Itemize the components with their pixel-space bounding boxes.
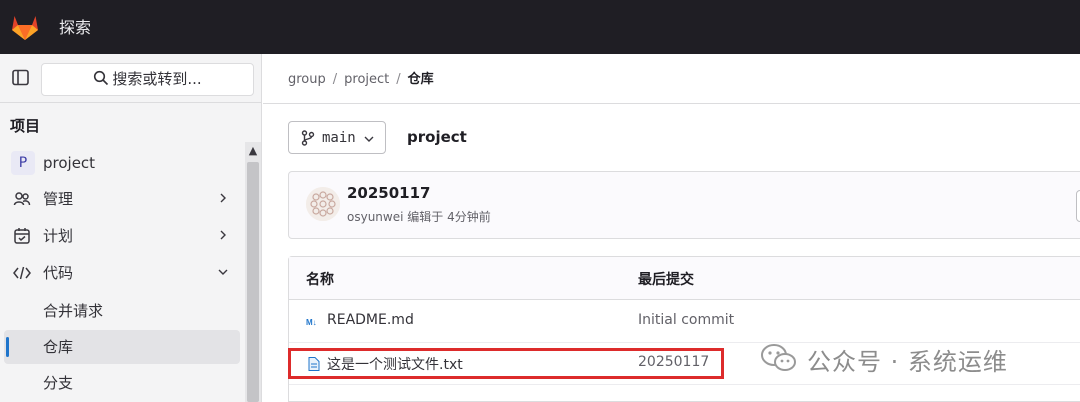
- table-row[interactable]: M↓ README.md Initial commit: [289, 301, 1080, 343]
- file-last-commit-link[interactable]: Initial commit: [638, 312, 734, 328]
- sidebar-item-label: project: [43, 154, 96, 172]
- breadcrumb-current[interactable]: 仓库: [408, 71, 434, 89]
- breadcrumb-separator: /: [332, 72, 338, 87]
- sidebar-toggle-icon[interactable]: [11, 69, 31, 87]
- commit-meta: osyunwei 编辑于 4分钟前: [347, 210, 491, 224]
- search-button[interactable]: 搜索或转到...: [41, 63, 254, 96]
- sidebar-item-label: 代码: [43, 264, 74, 282]
- repository-name[interactable]: project: [407, 128, 467, 146]
- sidebar-item-manage[interactable]: 管理: [4, 182, 240, 216]
- commit-title[interactable]: 20250117: [347, 184, 431, 202]
- breadcrumb: group / project / 仓库: [288, 71, 434, 89]
- branch-selector-button[interactable]: main: [288, 121, 386, 154]
- markdown-file-icon: M↓: [306, 318, 317, 327]
- sidebar-scroll-thumb[interactable]: [247, 162, 259, 402]
- breadcrumb-separator: /: [396, 72, 401, 87]
- last-commit-panel: 20250117 osyunwei 编辑于 4分钟前: [288, 171, 1080, 239]
- column-header-name: 名称: [306, 272, 334, 288]
- chevron-down-icon: [218, 269, 228, 275]
- sidebar-item-code[interactable]: 代码: [4, 256, 240, 290]
- sidebar-item-plan[interactable]: 计划: [4, 219, 240, 253]
- calendar-icon: [14, 228, 30, 244]
- highlight-annotation-box: [288, 348, 724, 379]
- table-header-row: 名称 最后提交: [289, 257, 1080, 300]
- column-header-last-commit: 最后提交: [638, 272, 694, 288]
- search-icon: [94, 70, 109, 86]
- sidebar-divider: [0, 102, 262, 103]
- breadcrumb-link-project[interactable]: project: [344, 71, 389, 89]
- top-bar-title[interactable]: 探索: [59, 17, 91, 39]
- user-avatar[interactable]: [306, 187, 340, 221]
- sidebar-item-label: 分支: [43, 374, 74, 392]
- watermark-text: 公众号 · 系统运维: [807, 348, 1008, 376]
- sidebar-item-merge-requests[interactable]: 合并请求: [4, 294, 240, 328]
- project-avatar: P: [11, 151, 35, 175]
- sidebar-item-label: 管理: [43, 190, 74, 208]
- svg-text:M↓: M↓: [306, 318, 317, 327]
- chevron-right-icon: [220, 230, 226, 240]
- sidebar-item-label: 仓库: [43, 338, 74, 356]
- chevron-right-icon: [220, 193, 226, 203]
- scroll-up-icon[interactable]: ▲: [245, 142, 261, 160]
- wechat-icon: [761, 344, 796, 371]
- file-table: 名称 最后提交 M↓ README.md Initial commit 这是一个…: [288, 256, 1080, 402]
- sidebar-item-label: 计划: [43, 227, 74, 245]
- commit-action-button[interactable]: [1076, 190, 1080, 222]
- branch-name: main: [322, 130, 356, 146]
- branch-icon: [301, 130, 315, 146]
- file-name-link[interactable]: README.md: [327, 312, 414, 328]
- sidebar-item-repository[interactable]: 仓库: [4, 330, 240, 364]
- gitlab-logo-icon[interactable]: [10, 13, 40, 41]
- users-icon: [13, 192, 31, 206]
- sidebar-item-label: 合并请求: [43, 302, 104, 320]
- top-bar: 探索: [0, 0, 1080, 54]
- sidebar-item-branches[interactable]: 分支: [4, 366, 240, 400]
- header-divider: [263, 103, 1080, 104]
- sidebar-section-title: 项目: [10, 117, 41, 135]
- chevron-down-icon: [364, 136, 374, 142]
- sidebar: 搜索或转到... 项目 ▲ P project 管理 计划 代码 合并请求 仓库…: [0, 54, 262, 402]
- code-icon: [13, 266, 31, 280]
- search-button-label: 搜索或转到...: [112, 70, 202, 88]
- breadcrumb-link-group[interactable]: group: [288, 71, 326, 89]
- sidebar-item-project[interactable]: P project: [4, 146, 240, 180]
